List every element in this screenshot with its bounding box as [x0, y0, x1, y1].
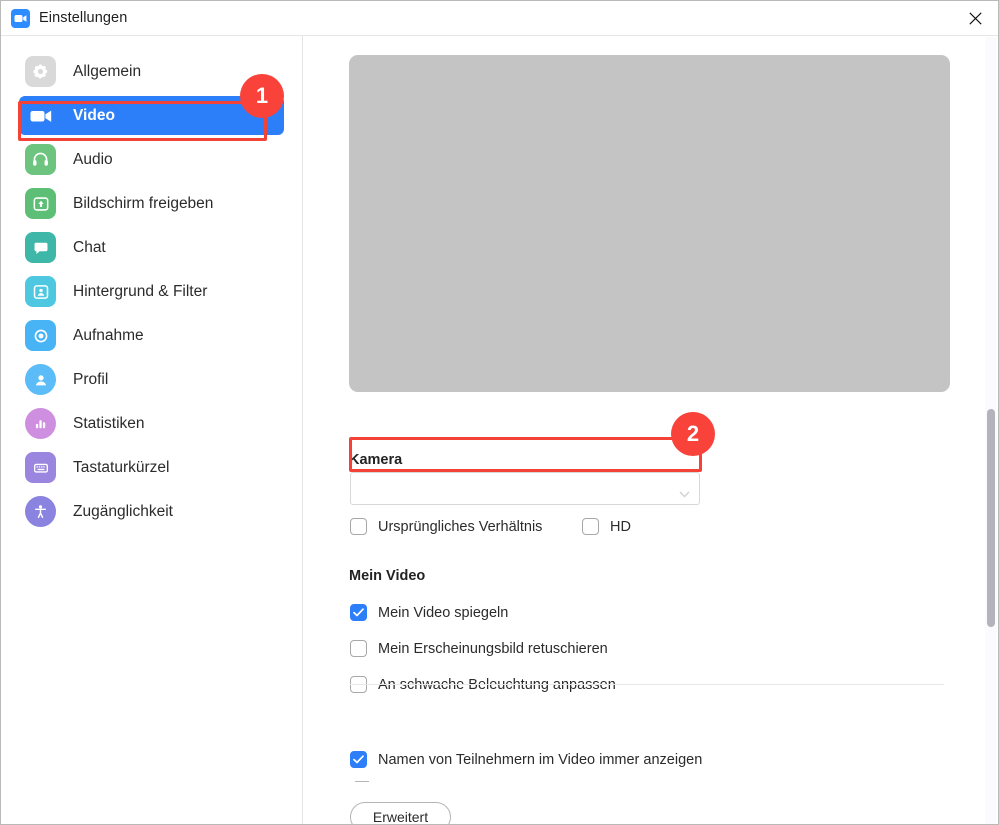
- sidebar-item-label: Profil: [73, 370, 109, 388]
- partial-checkbox-clipped: [355, 781, 369, 782]
- sidebar-item-label: Chat: [73, 238, 106, 256]
- sidebar-item-label: Zugänglichkeit: [73, 502, 173, 520]
- sidebar-item-statistiken[interactable]: Statistiken: [19, 404, 284, 443]
- sidebar-item-label: Audio: [73, 150, 113, 168]
- window-title: Einstellungen: [39, 10, 128, 26]
- keyboard-icon: [25, 452, 56, 483]
- bar-chart-icon: [25, 408, 56, 439]
- checkbox-row-original-ratio[interactable]: Ursprüngliches Verhältnis: [350, 518, 542, 535]
- camera-section-title: Kamera: [349, 452, 403, 468]
- sidebar-item-tastaturkuerzel[interactable]: Tastaturkürzel: [19, 448, 284, 487]
- scrollbar-track[interactable]: [985, 37, 997, 824]
- sidebar-item-zugaenglichkeit[interactable]: Zugänglichkeit: [19, 492, 284, 531]
- checkbox-label: Mein Video spiegeln: [378, 604, 509, 621]
- video-preview: [349, 55, 950, 392]
- checkbox-hd[interactable]: [582, 518, 599, 535]
- video-camera-icon: [25, 100, 56, 131]
- checkbox-touch-up-appearance[interactable]: [350, 640, 367, 657]
- checkbox-row-mirror-video[interactable]: Mein Video spiegeln: [350, 604, 508, 621]
- checkbox-mirror-video[interactable]: [350, 604, 367, 621]
- person-frame-icon: [25, 276, 56, 307]
- sidebar-item-audio[interactable]: Audio: [19, 140, 284, 179]
- checkbox-label: Namen von Teilnehmern im Video immer anz…: [378, 751, 703, 768]
- checkbox-row-touch-up-appearance[interactable]: Mein Erscheinungsbild retuschieren: [350, 640, 608, 657]
- record-circle-icon: [25, 320, 56, 351]
- close-button[interactable]: [952, 1, 998, 35]
- checkbox-original-ratio[interactable]: [350, 518, 367, 535]
- sidebar-item-bildschirm-freigeben[interactable]: Bildschirm freigeben: [19, 184, 284, 223]
- sidebar-item-chat[interactable]: Chat: [19, 228, 284, 267]
- sidebar-item-label: Bildschirm freigeben: [73, 194, 214, 212]
- headphones-icon: [25, 144, 56, 175]
- checkbox-label: Ursprüngliches Verhältnis: [378, 518, 543, 535]
- zoom-video-icon: [11, 8, 30, 28]
- settings-content: Kamera Ursprüngliches Verhältnis HD Mein…: [304, 37, 998, 824]
- sidebar-item-label: Tastaturkürzel: [73, 458, 170, 476]
- checkbox-label: HD: [610, 518, 631, 535]
- checkbox-row-always-display-names[interactable]: Namen von Teilnehmern im Video immer anz…: [350, 751, 702, 768]
- sidebar-item-aufnahme[interactable]: Aufnahme: [19, 316, 284, 355]
- advanced-button[interactable]: Erweitert: [350, 802, 451, 824]
- camera-select[interactable]: [350, 472, 700, 505]
- gear-icon: [25, 56, 56, 87]
- settings-sidebar: Allgemein Video Audio Bildschirm freigeb…: [1, 36, 303, 824]
- checkbox-row-hd[interactable]: HD: [582, 518, 631, 535]
- sidebar-item-video[interactable]: Video: [19, 96, 284, 135]
- sidebar-item-profil[interactable]: Profil: [19, 360, 284, 399]
- accessibility-icon: [25, 496, 56, 527]
- sidebar-item-label: Video: [73, 106, 115, 124]
- settings-window: Einstellungen Allgemein Video Audio Bild…: [0, 0, 999, 825]
- scrollbar-thumb[interactable]: [987, 409, 995, 627]
- checkbox-label: Mein Erscheinungsbild retuschieren: [378, 640, 608, 657]
- sidebar-item-label: Aufnahme: [73, 326, 144, 344]
- sidebar-item-hintergrund-filter[interactable]: Hintergrund & Filter: [19, 272, 284, 311]
- sidebar-item-allgemein[interactable]: Allgemein: [19, 52, 284, 91]
- sidebar-item-label: Allgemein: [73, 62, 142, 80]
- share-screen-icon: [25, 188, 56, 219]
- chevron-down-icon: [679, 485, 690, 503]
- sidebar-item-label: Statistiken: [73, 414, 145, 432]
- title-bar: Einstellungen: [1, 1, 998, 36]
- checkbox-always-display-names[interactable]: [350, 751, 367, 768]
- chat-bubble-icon: [25, 232, 56, 263]
- person-icon: [25, 364, 56, 395]
- section-divider: [350, 684, 944, 685]
- my-video-section-title: Mein Video: [349, 568, 426, 584]
- sidebar-item-label: Hintergrund & Filter: [73, 282, 208, 300]
